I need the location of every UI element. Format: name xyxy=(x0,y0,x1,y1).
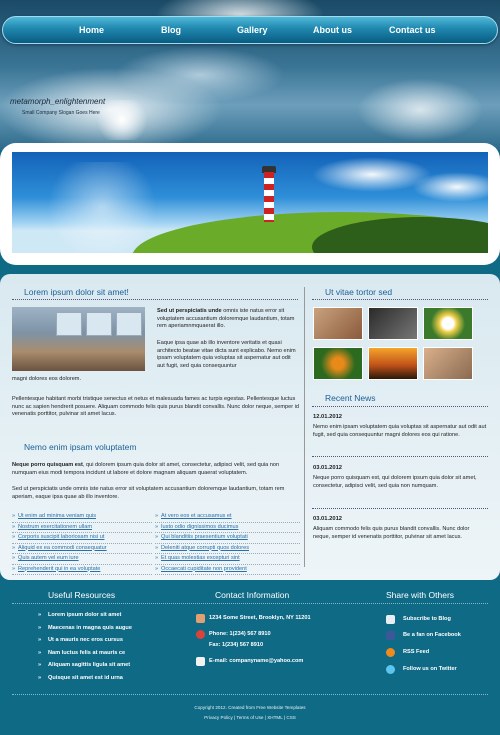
list-link[interactable]: Corporis suscipit laboriosam nisi ut xyxy=(12,533,152,544)
list-link[interactable]: Iusto odio dignissimos ducimus xyxy=(155,523,300,533)
banner-image xyxy=(12,152,488,253)
divider xyxy=(312,406,488,407)
meeting-photo xyxy=(12,307,145,371)
list-link[interactable]: Aliquid ex ea commodi consequatur xyxy=(12,544,152,554)
footer-link[interactable]: Quisque sit amet est id urna xyxy=(38,672,188,685)
divider xyxy=(312,456,488,457)
share-facebook[interactable]: Be a fan on Facebook xyxy=(403,632,461,638)
gallery-thumb[interactable] xyxy=(423,307,473,340)
links-left: Ut enim ad minima veniam quis Nostrum ex… xyxy=(12,512,152,575)
footer-links[interactable]: Privacy Policy | Terms of Use | XHTML | … xyxy=(0,715,500,720)
gallery-thumb[interactable] xyxy=(423,347,473,380)
phone-icon xyxy=(196,630,205,639)
footer-resources-list: Lorem ipsum dolor sit amet Maecenas in m… xyxy=(38,609,188,684)
site-title[interactable]: metamorph_enlightenment xyxy=(10,97,105,106)
footer-phone: Phone: 1(234) 567 8910 xyxy=(209,631,271,637)
gallery-thumb[interactable] xyxy=(368,307,418,340)
main-heading-2: Nemo enim ipsam voluptatem xyxy=(24,442,137,452)
footer-share-heading: Share with Others xyxy=(386,590,455,600)
main-heading-1: Lorem ipsum dolor sit amet! xyxy=(24,287,129,297)
divider xyxy=(12,299,298,300)
footer-link[interactable]: Aliquam sagittis ligula sit amet xyxy=(38,659,188,672)
share-blog[interactable]: Subscribe to Blog xyxy=(403,616,451,622)
rss-icon xyxy=(386,648,395,657)
share-rss[interactable]: RSS Feed xyxy=(403,649,429,655)
list-link[interactable]: Ut enim ad minima veniam quis xyxy=(12,512,152,523)
footer-address: 1234 Some Street, Brooklyn, NY 11201 xyxy=(209,615,311,621)
sun-glow xyxy=(92,100,152,140)
links-right: At vero eos et accusamus et Iusto odio d… xyxy=(155,512,300,575)
news-date: 03.01.2012 xyxy=(313,516,343,522)
list-link[interactable]: Nostrum exercitationem ullam xyxy=(12,523,152,533)
nav-about[interactable]: About us xyxy=(313,25,352,35)
nav-home[interactable]: Home xyxy=(79,25,104,35)
footer-divider xyxy=(12,603,488,604)
gallery-thumb[interactable] xyxy=(313,347,363,380)
facebook-icon xyxy=(386,631,395,640)
paragraph-3: Pellentesque habitant morbi tristique se… xyxy=(12,396,299,418)
column-divider xyxy=(304,287,305,567)
paragraph-5: Sed ut perspiciatis unde omnis iste natu… xyxy=(12,486,285,500)
nav-blog[interactable]: Blog xyxy=(161,25,181,35)
footer-link[interactable]: Lorem ipsum dolor sit amet xyxy=(38,609,188,622)
list-link[interactable]: At vero eos et accusamus et xyxy=(155,512,300,523)
footer-email[interactable]: E-mail: companyname@yahoo.com xyxy=(209,658,303,664)
footer-fax: Fax: 1(234) 567 8910 xyxy=(209,642,264,648)
footer-contact-heading: Contact Information xyxy=(215,590,290,600)
twitter-icon xyxy=(386,665,395,674)
divider xyxy=(312,508,488,509)
footer-link[interactable]: Nam luctus felis at mauris ce xyxy=(38,647,188,660)
nav-gallery[interactable]: Gallery xyxy=(237,25,268,35)
share-twitter[interactable]: Follow us on Twitter xyxy=(403,666,457,672)
news-date: 12.01.2012 xyxy=(313,414,343,420)
home-icon xyxy=(196,614,205,623)
news-date: 03.01.2012 xyxy=(313,465,343,471)
list-link[interactable]: Reprehenderit qui in ea voluptate xyxy=(12,565,152,575)
list-link[interactable]: Et quas molestias excepturi sint xyxy=(155,554,300,565)
site-slogan: Small Company Slogan Goes Here xyxy=(22,110,100,116)
gallery-thumb[interactable] xyxy=(368,347,418,380)
footer-resources-heading: Useful Resources xyxy=(48,590,116,600)
intro-text: Sed ut perspiciatis unde omnis iste natu… xyxy=(157,308,295,330)
footer-link[interactable]: Maecenas in magna quis augue xyxy=(38,622,188,635)
mail-icon xyxy=(196,657,205,666)
blog-icon xyxy=(386,615,395,624)
copyright-text: Copyright 2012. Created from Free Websit… xyxy=(194,705,306,710)
list-link[interactable]: Deleniti atque corrupti quos dolores xyxy=(155,544,300,554)
footer-divider xyxy=(12,694,488,695)
news-text: Nemo enim ipsam voluptatem quia voluptas… xyxy=(313,424,487,438)
news-text: Neque porro quisquam est, qui dolorem ip… xyxy=(313,475,477,489)
paragraph-2: Eaque ipsa quae ab illo inventore verita… xyxy=(157,340,296,369)
footer-link[interactable]: Ut a mauris nec eros cursus xyxy=(38,634,188,647)
sidebar-heading: Ut vitae tortor sed xyxy=(325,287,393,297)
paragraph-4: Neque porro quisquam est, qui dolorem ip… xyxy=(12,462,280,476)
list-link[interactable]: Occaecati cupiditate non provident xyxy=(155,565,300,575)
list-link[interactable]: Qui blanditiis praesentium voluptati xyxy=(155,533,300,544)
main-nav: Home Blog Gallery About us Contact us xyxy=(2,16,498,44)
news-heading: Recent News xyxy=(325,393,376,403)
paragraph-2-cont: magni dolores eos dolorem. xyxy=(12,376,82,382)
list-link[interactable]: Quis autem vel eum iure xyxy=(12,554,152,565)
divider xyxy=(312,299,488,300)
news-text: Aliquam commodo felis quis purus blandit… xyxy=(313,526,470,540)
gallery-thumb[interactable] xyxy=(313,307,363,340)
nav-contact[interactable]: Contact us xyxy=(389,25,436,35)
